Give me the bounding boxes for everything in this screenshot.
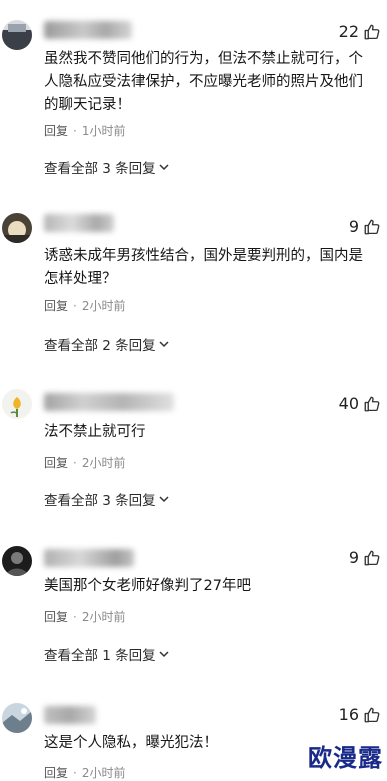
separator: · (73, 298, 77, 313)
like-button[interactable]: 22 (339, 22, 381, 41)
chevron-down-icon (158, 493, 170, 505)
username-blurred[interactable] (44, 393, 174, 411)
separator: · (73, 765, 77, 780)
reply-button[interactable]: 回复 (44, 454, 68, 471)
view-replies-label: 查看全部 1 条回复 (44, 648, 156, 664)
avatar[interactable] (2, 213, 32, 243)
timestamp: 2小时前 (81, 299, 126, 313)
like-count: 9 (348, 217, 359, 236)
chevron-down-icon (158, 161, 170, 173)
comment-text: 美国那个女老师好像判了27年吧 (44, 578, 251, 594)
thumbs-up-icon (363, 218, 381, 236)
watermark: 欧漫露 (308, 744, 383, 772)
comment-text: 诱惑未成年男孩性结合，国外是要判刑的，国内是怎样处理？ (44, 248, 363, 287)
avatar-image (2, 20, 32, 50)
thumbs-up-icon (363, 549, 381, 567)
comment-text: 法不禁止就可行 (44, 424, 146, 440)
reply-button[interactable]: 回复 (44, 764, 68, 781)
separator: · (73, 609, 77, 624)
view-replies-button[interactable]: 查看全部 1 条回复 (44, 644, 170, 664)
avatar[interactable] (2, 546, 32, 576)
avatar-image (2, 703, 32, 733)
comment-text: 虽然我不赞同他们的行为，但法不禁止就可行，个人隐私应受法律保护，不应曝光老师的照… (44, 51, 363, 113)
like-count: 22 (338, 22, 359, 41)
comment-meta: 回复 · 2小时前 (44, 297, 125, 314)
timestamp: 1小时前 (81, 124, 126, 138)
comment-meta: 回复 · 1小时前 (44, 122, 125, 139)
like-count: 9 (348, 548, 359, 567)
view-replies-button[interactable]: 查看全部 3 条回复 (44, 157, 170, 177)
timestamp: 2小时前 (81, 610, 126, 624)
like-button[interactable]: 9 (349, 217, 381, 236)
like-button[interactable]: 16 (339, 705, 381, 724)
like-count: 40 (338, 394, 359, 413)
timestamp: 2小时前 (81, 766, 126, 780)
view-replies-button[interactable]: 查看全部 2 条回复 (44, 334, 170, 354)
reply-button[interactable]: 回复 (44, 122, 68, 139)
like-button[interactable]: 9 (349, 548, 381, 567)
username-blurred[interactable] (44, 214, 114, 232)
comment-meta: 回复 · 2小时前 (44, 454, 125, 471)
separator: · (73, 123, 77, 138)
thumbs-up-icon (363, 706, 381, 724)
comment-meta: 回复 · 2小时前 (44, 764, 125, 781)
username-blurred[interactable] (44, 21, 132, 39)
view-replies-label: 查看全部 2 条回复 (44, 338, 156, 354)
avatar[interactable] (2, 20, 32, 50)
view-replies-label: 查看全部 3 条回复 (44, 161, 156, 177)
avatar-image (2, 213, 32, 243)
reply-button[interactable]: 回复 (44, 608, 68, 625)
avatar[interactable] (2, 703, 32, 733)
view-replies-button[interactable]: 查看全部 3 条回复 (44, 489, 170, 509)
view-replies-label: 查看全部 3 条回复 (44, 493, 156, 509)
avatar-image (2, 546, 32, 576)
avatar[interactable] (2, 389, 32, 419)
timestamp: 2小时前 (81, 456, 126, 470)
reply-button[interactable]: 回复 (44, 297, 68, 314)
like-button[interactable]: 40 (339, 394, 381, 413)
chevron-down-icon (158, 648, 170, 660)
chevron-down-icon (158, 338, 170, 350)
comment-meta: 回复 · 2小时前 (44, 608, 125, 625)
username-blurred[interactable] (44, 549, 134, 567)
username-blurred[interactable] (44, 706, 96, 724)
thumbs-up-icon (363, 395, 381, 413)
avatar-image (2, 389, 32, 419)
like-count: 16 (338, 705, 359, 724)
separator: · (73, 455, 77, 470)
thumbs-up-icon (363, 23, 381, 41)
